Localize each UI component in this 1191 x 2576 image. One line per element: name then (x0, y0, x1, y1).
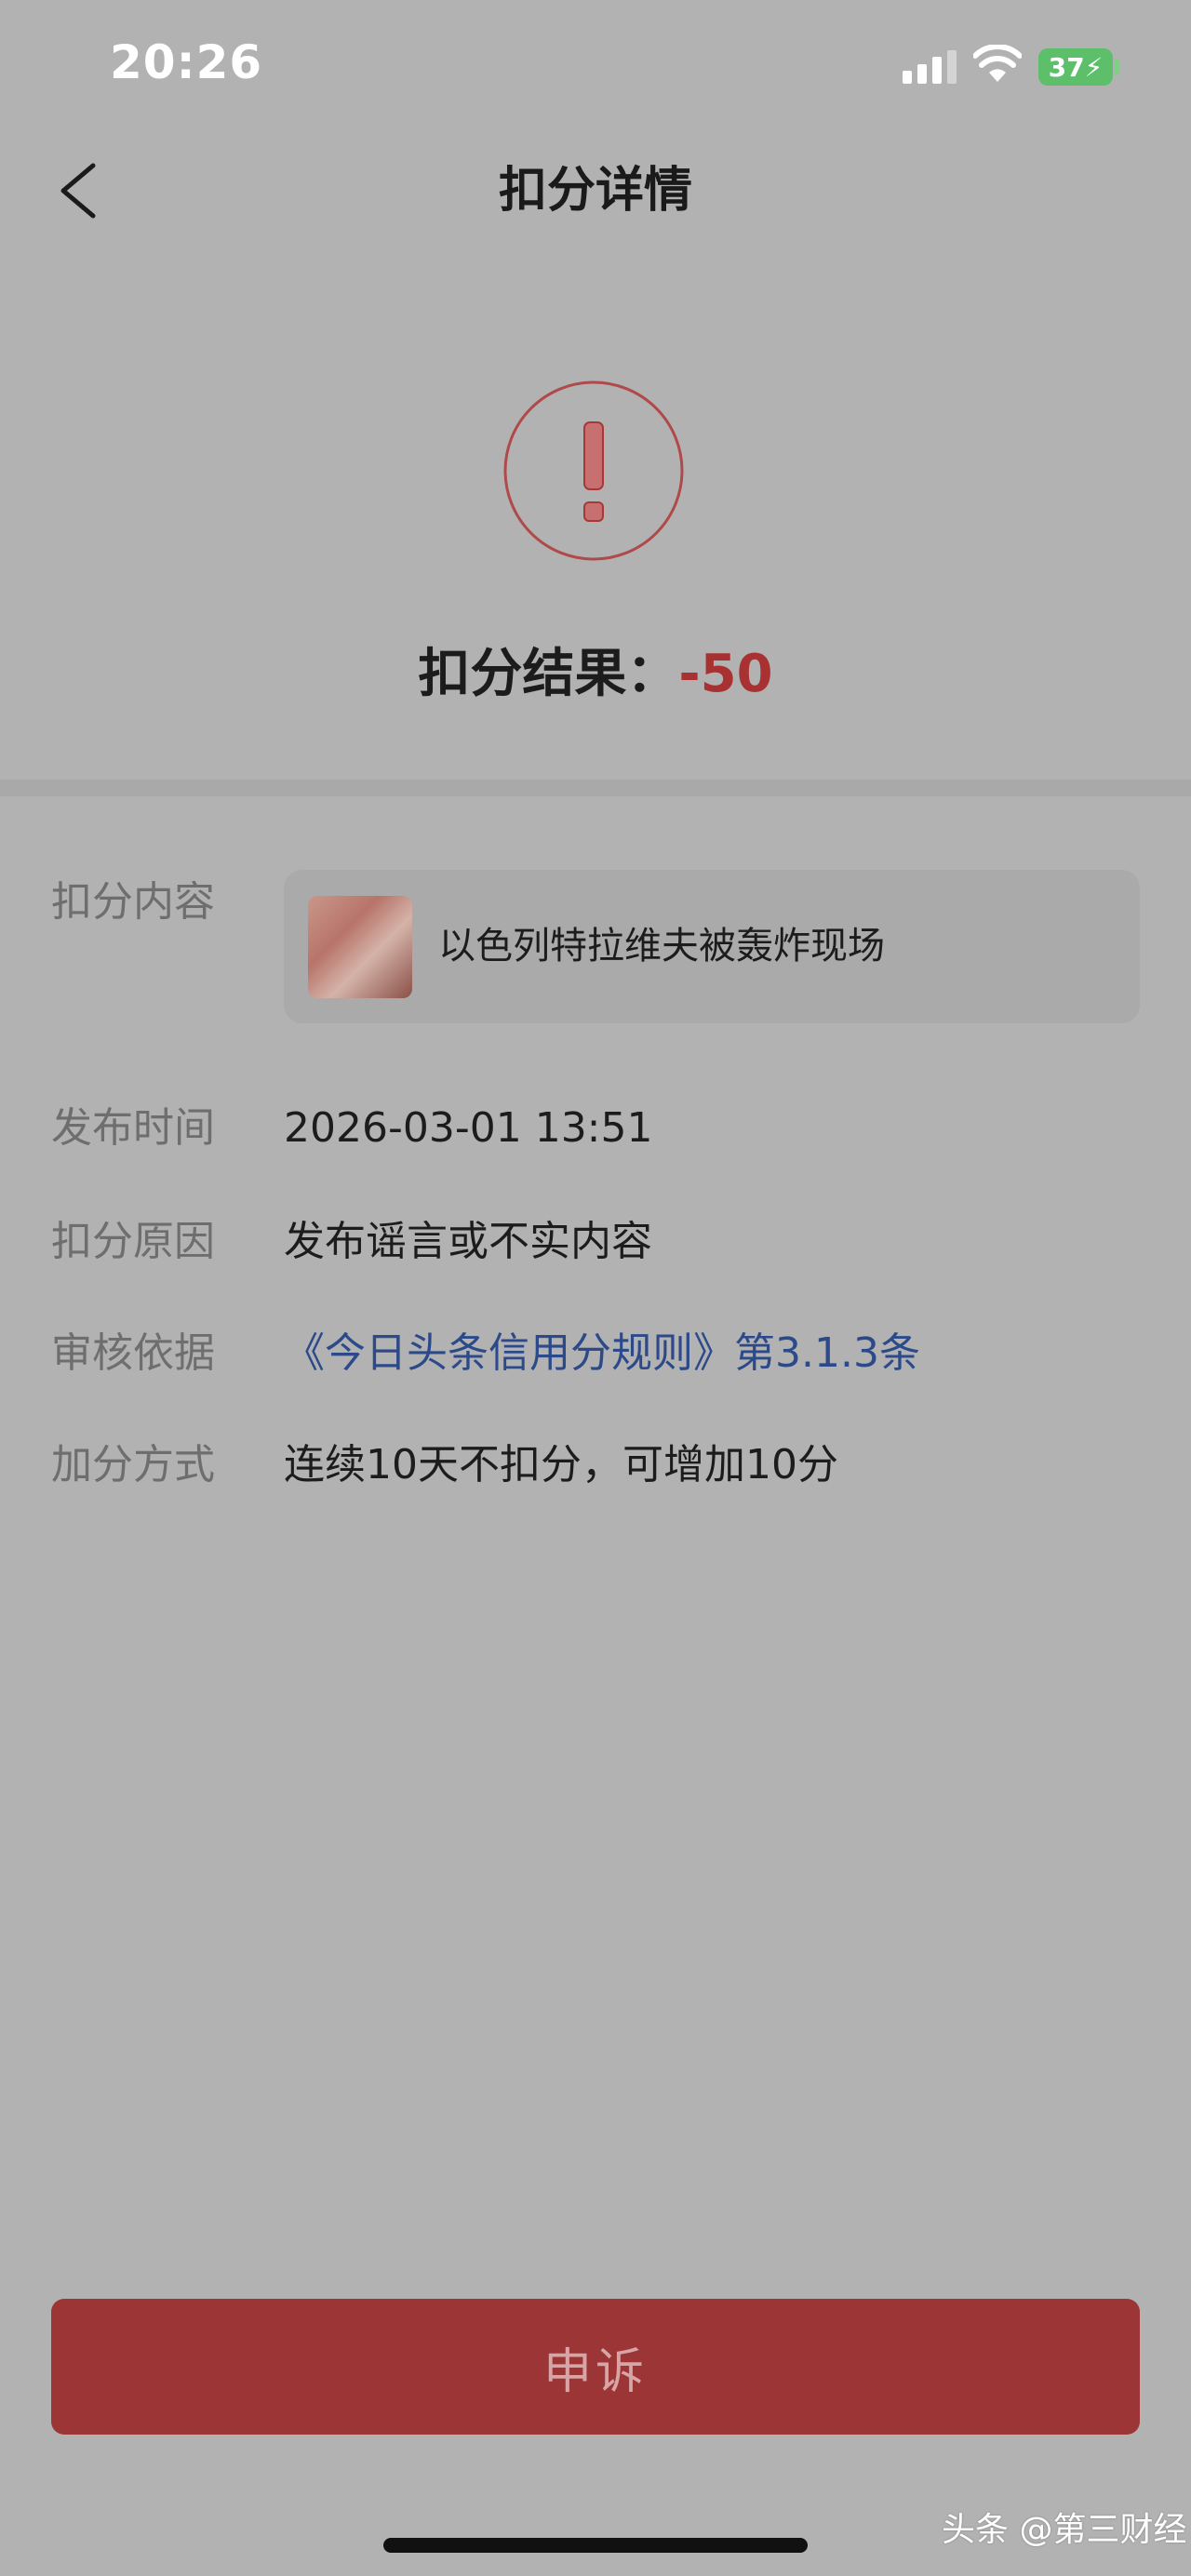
watermark: 头条 @第三财经 (942, 2511, 1187, 2549)
page-title: 扣分详情 (498, 163, 692, 219)
deducted-content-card[interactable]: 以色列特拉维夫被轰炸现场 (284, 870, 1140, 1023)
exclamation-circle-icon (503, 380, 684, 561)
battery-icon: 37 ⚡ (1038, 48, 1113, 86)
battery-level: 37 (1048, 51, 1085, 83)
deduction-result: 扣分结果：-50 (0, 633, 1191, 716)
content-thumbnail (308, 896, 412, 998)
wifi-icon (973, 45, 1022, 82)
reason-value: 发布谣言或不实内容 (284, 1218, 652, 1265)
appeal-button[interactable]: 申诉 (51, 2299, 1140, 2435)
bonus-value: 连续10天不扣分，可增加10分 (284, 1441, 838, 1488)
battery-tip (1114, 59, 1119, 75)
charging-bolt-icon: ⚡ (1084, 51, 1104, 83)
publish-time-label: 发布时间 (51, 1104, 215, 1152)
home-indicator[interactable] (383, 2538, 808, 2553)
section-divider (0, 780, 1191, 796)
deduction-result-value: -50 (678, 644, 773, 704)
content-title: 以色列特拉维夫被轰炸现场 (438, 925, 885, 968)
deduction-detail-page: 20:26 37 ⚡ 扣分详情 扣分结果：-50 扣分内容 以色列特拉维夫被轰炸… (0, 0, 1191, 2576)
status-time: 20:26 (110, 35, 263, 89)
status-bar: 20:26 37 ⚡ (0, 0, 1191, 130)
deduction-result-label: 扣分结果： (418, 644, 679, 704)
reason-label: 扣分原因 (51, 1218, 215, 1265)
result-section: 扣分结果：-50 (0, 279, 1191, 780)
basis-label: 审核依据 (51, 1329, 215, 1377)
publish-time-value: 2026-03-01 13:51 (284, 1104, 653, 1152)
cellular-signal-icon (903, 50, 957, 84)
content-label: 扣分内容 (51, 878, 215, 926)
basis-rule-link[interactable]: 《今日头条信用分规则》第3.1.3条 (284, 1326, 920, 1381)
bonus-label: 加分方式 (51, 1441, 215, 1488)
